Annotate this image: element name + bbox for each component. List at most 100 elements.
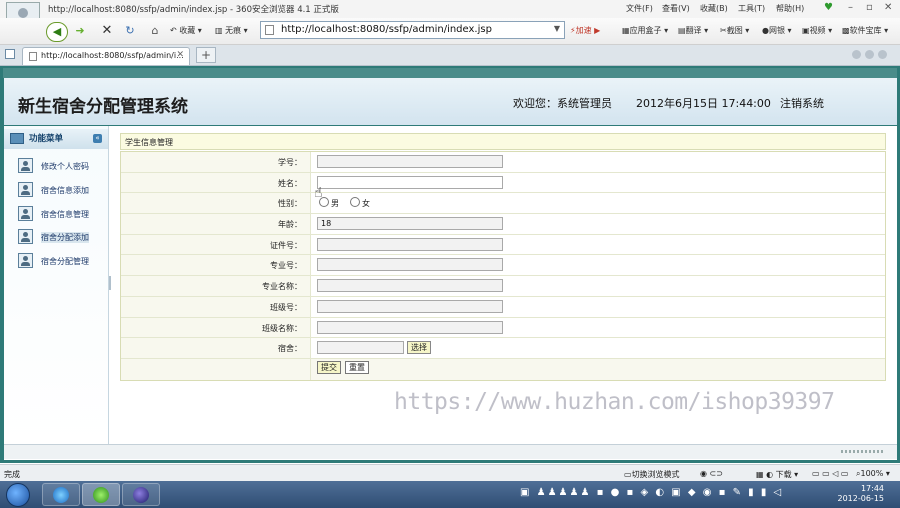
restore-icon[interactable]: ▫ [866, 2, 873, 13]
address-bar[interactable]: http://localhost:8080/ssfp/admin/index.j… [260, 21, 565, 39]
stop-button[interactable]: ✕ [97, 22, 117, 40]
sidebar-item-change-password[interactable]: 修改个人密码 [18, 158, 103, 174]
clock-date: 2012-06-15 [837, 494, 885, 503]
gender-female-radio[interactable] [350, 197, 360, 208]
speedup-label: 加速 [575, 26, 592, 35]
download-button[interactable]: ▦ ◐ 下载 ▾ [756, 469, 798, 480]
refresh-button[interactable]: ↻ [120, 22, 140, 40]
label-cell: 班级名称： [121, 317, 311, 338]
close-icon[interactable]: ✕ [884, 2, 892, 13]
taskbar-clock[interactable]: 17:44 2012-06-15 [838, 484, 885, 504]
video-button[interactable]: ▣视频 ▾ [802, 25, 832, 36]
form-row-dorm: 宿舍： 选择 [121, 338, 885, 359]
collapse-icon[interactable]: « [93, 134, 102, 143]
speed-toggle-icon[interactable]: ◉ ⊂⊃ [700, 469, 723, 478]
address-input[interactable]: http://localhost:8080/ssfp/admin/index.j… [281, 24, 492, 35]
forward-button[interactable]: ➜ [70, 22, 90, 40]
form-row-major-id: 专业号： [121, 255, 885, 277]
form-row-age: 年龄： 18 [121, 214, 885, 235]
ebank-label: 网银 [768, 26, 785, 35]
name-input[interactable] [317, 175, 503, 189]
choose-dorm-button[interactable]: 选择 [407, 341, 431, 355]
clock-time: 17:44 [860, 484, 884, 493]
app-header: 新生宿舍分配管理系统 欢迎您：系统管理员 2012年6月15日 17:44:00… [4, 78, 897, 125]
sidebar-toggle-icon[interactable] [5, 49, 15, 59]
class-name-input[interactable] [317, 320, 503, 334]
grip-icon[interactable] [841, 450, 883, 453]
dorm-input[interactable] [317, 341, 404, 355]
field-label: 年龄： [278, 220, 302, 230]
submit-button[interactable]: 提交 [317, 360, 341, 374]
taskbar-ie-button[interactable] [42, 483, 80, 506]
major-name-input[interactable] [317, 279, 503, 293]
zoom-control[interactable]: ⌕100% ▾ [856, 469, 890, 479]
menu-tools[interactable]: 工具(T) [738, 3, 765, 14]
sidebar-item-assign-manage[interactable]: 宿舍分配管理 [18, 253, 103, 269]
sidebar-item-dorm-add[interactable]: 宿舍信息添加 [18, 182, 103, 198]
speedup-button[interactable]: ⚡加速 ▶ [570, 25, 600, 36]
frame-top-strip [3, 68, 897, 78]
watermark: https://www.huzhan.com/ishop39397 [394, 389, 835, 415]
system-tray-icons[interactable]: ▣ ♟♟♟♟♟ ▪ ● ▪ ◈ ◐ ▣ ◆ ◉ ▪ ✎ ▮ ▮ ◁ [520, 487, 783, 498]
home-button[interactable]: ⌂ [145, 22, 165, 40]
label-cell [121, 358, 311, 380]
taskbar-360-browser-button[interactable] [82, 483, 120, 506]
user-icon [18, 229, 33, 244]
field-label: 性别： [278, 199, 302, 209]
browser-title-bar: http://localhost:8080/ssfp/admin/index.j… [0, 0, 900, 36]
software-label: 软件宝库 [849, 26, 882, 35]
major-id-input[interactable] [317, 258, 503, 272]
new-tab-button[interactable]: + [196, 47, 216, 63]
back-button[interactable]: ◀ [46, 22, 68, 42]
label-cell: 宿舍： [121, 338, 311, 358]
taskbar-eclipse-button[interactable] [122, 483, 160, 506]
incognito-button[interactable]: ▥ 无痕 ▾ [215, 25, 248, 36]
download-label: 下载 [775, 470, 792, 479]
minimize-icon[interactable]: – [848, 2, 853, 13]
tab-scroll-left-icon[interactable] [865, 50, 874, 59]
tab-admin-index[interactable]: http://localhost:8080/ssfp/admin/i... ✕ [22, 47, 190, 65]
student-id-input[interactable] [317, 155, 503, 168]
user-icon [18, 206, 33, 221]
frame-bottom-bar [4, 444, 897, 459]
id-number-input[interactable] [317, 237, 503, 251]
ebank-button[interactable]: ●网银 ▾ [762, 25, 792, 36]
tab-list-icon[interactable] [852, 50, 861, 59]
sidebar-splitter[interactable] [109, 276, 111, 290]
page-icon [29, 52, 37, 61]
app-title: 新生宿舍分配管理系统 [18, 97, 188, 117]
sidebar-item-assign-add[interactable]: 宿舍分配添加 [18, 229, 103, 245]
screenshot-button[interactable]: ✂截图 ▾ [720, 25, 749, 36]
close-tab-icon[interactable]: ✕ [176, 50, 184, 60]
age-input[interactable]: 18 [317, 217, 503, 231]
start-button[interactable] [6, 483, 30, 507]
menu-favorites[interactable]: 收藏(B) [700, 3, 728, 14]
window-title: http://localhost:8080/ssfp/admin/index.j… [48, 5, 339, 15]
class-id-input[interactable] [317, 299, 503, 313]
app-box-button[interactable]: ▦应用盒子 ▾ [622, 25, 668, 36]
switch-mode-button[interactable]: ▭切换浏览模式 [624, 469, 680, 480]
switch-mode-label: 切换浏览模式 [631, 470, 680, 479]
tab-label: http://localhost:8080/ssfp/admin/i... [41, 51, 184, 60]
form-row-major-name: 专业名称： [121, 276, 885, 297]
translate-button[interactable]: ▤翻译 ▾ [678, 25, 708, 36]
status-tools-icon[interactable]: ▭ ▭ ◁ ▭ [812, 469, 848, 478]
menu-view[interactable]: 查看(V) [662, 3, 690, 14]
tab-scroll-right-icon[interactable] [878, 50, 887, 59]
chevron-down-icon[interactable]: ▼ [554, 24, 560, 33]
label-cell: 年龄： [121, 214, 311, 234]
eclipse-icon [133, 487, 149, 503]
sidebar-item-dorm-manage[interactable]: 宿舍信息管理 [18, 206, 103, 222]
menu-icon [10, 133, 24, 144]
logout-link[interactable]: 注销系统 [780, 95, 824, 111]
menu-help[interactable]: 帮助(H) [776, 3, 804, 14]
menu-file[interactable]: 文件(F) [626, 3, 653, 14]
reset-button[interactable]: 重置 [345, 360, 369, 374]
section-title: 学生信息管理 [125, 138, 173, 147]
field-label: 学号： [278, 158, 302, 167]
shield-icon[interactable]: ♥ [824, 2, 833, 13]
software-button[interactable]: ▩软件宝库 ▾ [842, 25, 888, 36]
field-label: 宿舍： [278, 344, 302, 354]
mouse-cursor-icon: ☝ [314, 185, 323, 201]
favorites-button[interactable]: ↶ 收藏 ▾ [170, 25, 202, 36]
